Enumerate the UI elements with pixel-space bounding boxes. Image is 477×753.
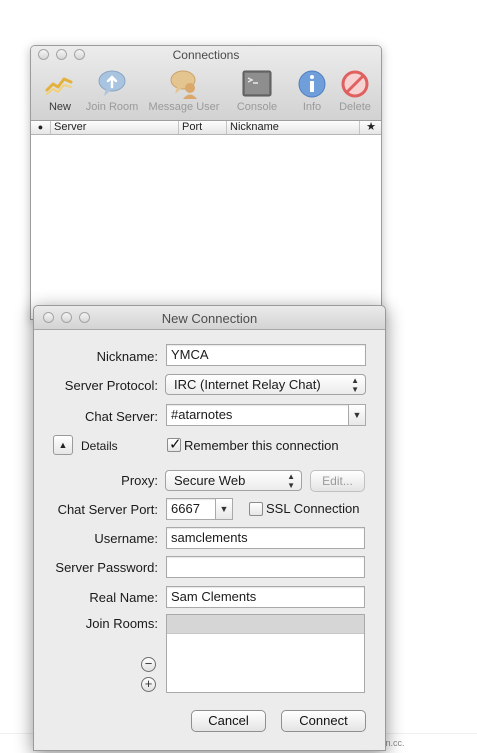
- connections-list[interactable]: [31, 136, 381, 319]
- message-user-button[interactable]: Message User: [144, 68, 224, 113]
- message-user-label: Message User: [148, 101, 220, 113]
- connections-titlebar: Connections New Join Room Message User C…: [31, 46, 381, 121]
- join-rooms-list[interactable]: [166, 614, 365, 693]
- status-column-header[interactable]: ●: [31, 121, 51, 134]
- connections-title: Connections: [172, 48, 240, 62]
- chevron-down-icon[interactable]: ▼: [348, 405, 365, 425]
- join-room-icon: [98, 70, 126, 96]
- delete-label: Delete: [339, 101, 371, 113]
- port-combo[interactable]: 6667 ▼: [166, 498, 233, 520]
- port-label: Chat Server Port:: [57, 502, 158, 517]
- port-column-header[interactable]: Port: [179, 121, 227, 134]
- nickname-column-header[interactable]: Nickname: [227, 121, 360, 134]
- server-password-field[interactable]: [166, 556, 365, 578]
- ssl-checkbox[interactable]: [249, 502, 263, 516]
- chat-server-value: #atarnotes: [171, 407, 233, 422]
- popup-arrows-icon: ▲ ▼: [351, 376, 359, 394]
- proxy-select[interactable]: Secure Web ▲ ▼: [165, 470, 302, 491]
- chevron-down-icon[interactable]: ▼: [215, 499, 232, 519]
- delete-button[interactable]: Delete: [315, 68, 381, 113]
- connections-column-header: ● Server Port Nickname ★: [31, 121, 381, 135]
- server-protocol-label: Server Protocol:: [64, 378, 158, 393]
- ssl-label: SSL Connection: [266, 501, 360, 516]
- nickname-field[interactable]: YMCA: [166, 344, 366, 366]
- username-label: Username:: [94, 531, 158, 546]
- remember-checkbox[interactable]: ✓: [167, 436, 182, 453]
- new-connection-window: New Connection Nickname: YMCA Server Pro…: [33, 305, 386, 751]
- new-connection-title: New Connection: [161, 311, 258, 326]
- real-name-field[interactable]: Sam Clements: [166, 586, 365, 608]
- connections-toolbar: New Join Room Message User Console Info …: [35, 68, 377, 116]
- username-field[interactable]: samclements: [166, 527, 365, 549]
- server-column-header[interactable]: Server: [51, 121, 179, 134]
- add-room-button[interactable]: +: [141, 677, 156, 692]
- remove-room-button[interactable]: −: [141, 657, 156, 672]
- chat-server-label: Chat Server:: [85, 409, 158, 424]
- popup-arrows-icon: ▲ ▼: [287, 472, 295, 490]
- details-disclosure-button[interactable]: ▲: [53, 435, 73, 455]
- favorite-column-header[interactable]: ★: [360, 121, 381, 134]
- server-password-label: Server Password:: [55, 560, 158, 575]
- details-label: Details: [81, 439, 118, 453]
- real-name-label: Real Name:: [89, 590, 158, 605]
- join-room-label: Join Room: [85, 101, 139, 113]
- join-room-button[interactable]: Join Room: [72, 68, 152, 113]
- console-icon: [242, 70, 272, 97]
- port-value: 6667: [171, 501, 200, 516]
- delete-icon: [341, 70, 369, 98]
- new-connection-titlebar: New Connection: [34, 306, 385, 330]
- join-rooms-label: Join Rooms:: [85, 616, 158, 631]
- checkmark-icon: ✓: [169, 436, 182, 453]
- server-protocol-value: IRC (Internet Relay Chat): [174, 377, 321, 392]
- connections-window: Connections New Join Room Message User C…: [30, 45, 382, 320]
- message-user-icon: [170, 70, 197, 99]
- cancel-button[interactable]: Cancel: [191, 710, 266, 732]
- remember-label: Remember this connection: [184, 438, 339, 453]
- join-rooms-header: [167, 615, 364, 634]
- chat-server-combo[interactable]: #atarnotes ▼: [166, 404, 366, 426]
- connect-button[interactable]: Connect: [281, 710, 366, 732]
- nickname-label: Nickname:: [96, 349, 158, 364]
- server-protocol-select[interactable]: IRC (Internet Relay Chat) ▲ ▼: [165, 374, 366, 395]
- proxy-value: Secure Web: [174, 473, 246, 488]
- proxy-label: Proxy:: [121, 473, 158, 488]
- proxy-edit-button[interactable]: Edit...: [310, 470, 365, 492]
